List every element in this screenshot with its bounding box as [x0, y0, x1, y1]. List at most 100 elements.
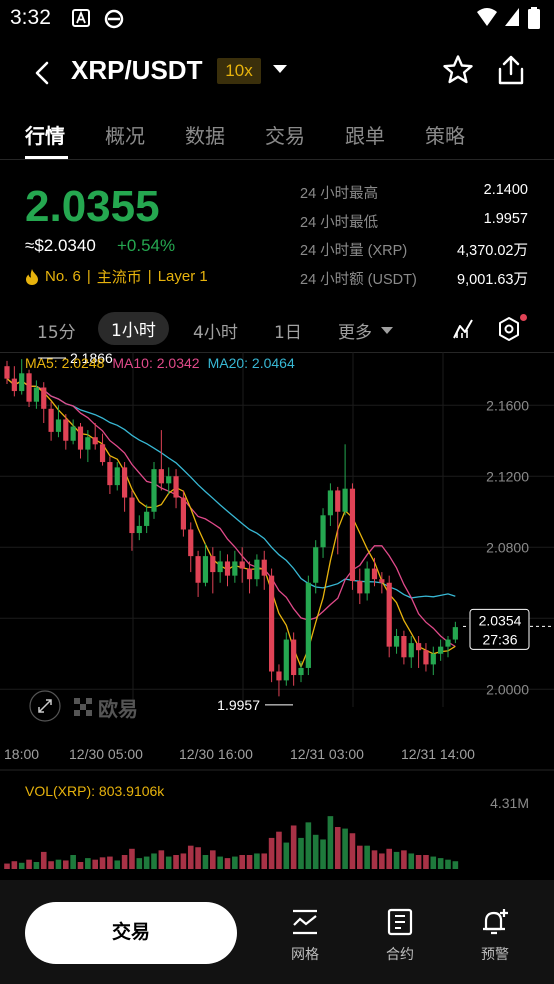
volume-bar: [445, 859, 451, 869]
detail-tabs: 行情 概况 数据 交易 跟单 策略: [0, 108, 554, 160]
stat-label: 24 小时最低: [300, 214, 379, 231]
pair-title[interactable]: XRP/USDT: [71, 55, 202, 86]
candle-body: [107, 462, 113, 486]
volume-bar: [379, 853, 385, 869]
battery-icon: [528, 7, 540, 29]
candle-body: [327, 490, 333, 516]
leverage-badge[interactable]: 10x: [217, 58, 261, 84]
contract-icon: [387, 908, 413, 936]
candle-body: [261, 559, 267, 576]
tag-separator: |: [86, 268, 91, 285]
pair-dropdown-caret-icon[interactable]: [272, 64, 288, 74]
volume-bar: [63, 860, 69, 869]
candle-body: [445, 639, 451, 647]
volume-bar: [452, 861, 459, 869]
timeframe-4h[interactable]: 4小时: [193, 318, 238, 343]
more-caret-icon[interactable]: [381, 327, 393, 335]
candle-body: [313, 547, 319, 583]
candle-body: [269, 575, 275, 672]
usd-equivalent: ≈$2.0340: [25, 236, 96, 255]
volume-bar: [202, 855, 209, 869]
expand-arrow-icon: [38, 699, 52, 713]
volume-bar: [423, 855, 429, 869]
volume-bar: [158, 850, 165, 869]
candle-countdown-label: 27:36: [482, 631, 517, 647]
layer-tag[interactable]: Layer 1: [158, 268, 208, 285]
tab-copy-trading[interactable]: 跟单: [345, 120, 385, 149]
candle-body: [26, 373, 32, 402]
futures-nav[interactable]: 合约: [370, 908, 430, 964]
volume-bar: [217, 856, 223, 869]
status-bar: 3:32: [0, 0, 554, 38]
candle-body: [48, 408, 54, 432]
candle-body: [386, 582, 392, 647]
favorite-star-icon[interactable]: [442, 54, 474, 86]
candle-body: [305, 582, 311, 668]
stat-value: 9,001.63万: [457, 271, 528, 288]
candle-body: [63, 419, 69, 441]
volume-bar: [187, 845, 194, 869]
rank-tag[interactable]: No. 6: [45, 268, 81, 285]
chart-settings-icon[interactable]: [497, 316, 521, 342]
candle-body: [239, 561, 245, 569]
volume-bar: [26, 859, 32, 869]
candle-body: [4, 366, 10, 379]
volume-bar: [401, 850, 407, 869]
candle-body: [246, 568, 253, 580]
candle-body: [357, 580, 363, 594]
y-tick-label: 2.1600: [486, 397, 529, 413]
candle-body: [188, 529, 194, 557]
pair-header: XRP/USDT 10x: [0, 38, 554, 104]
tab-trades[interactable]: 交易: [265, 120, 305, 149]
volume-bar: [320, 839, 326, 869]
tab-overview[interactable]: 概况: [105, 120, 145, 149]
candles: [4, 359, 458, 697]
tab-data[interactable]: 数据: [185, 120, 225, 149]
candle-body: [298, 667, 304, 676]
candle-body: [291, 639, 297, 676]
back-arrow-icon[interactable]: [28, 58, 58, 88]
trade-button[interactable]: 交易: [25, 902, 237, 964]
volume-bar: [11, 861, 18, 869]
candle-body: [114, 467, 120, 486]
volume-max-label: 4.31M: [490, 795, 529, 811]
ma20-line: [6, 378, 456, 599]
volume-bar: [254, 853, 260, 869]
candle-body: [254, 559, 260, 580]
tab-strategy[interactable]: 策略: [425, 120, 465, 149]
candle-body: [224, 561, 231, 576]
volume-bar: [151, 853, 157, 869]
grid-bot-nav[interactable]: 网格: [275, 908, 335, 964]
candle-body: [129, 497, 135, 534]
volume-bar: [371, 850, 378, 869]
timeframe-more[interactable]: 更多: [338, 318, 372, 343]
volume-bar: [136, 858, 143, 869]
share-icon[interactable]: [496, 54, 526, 86]
category-tag[interactable]: 主流币: [97, 266, 142, 287]
ma10-label: MA10: 2.0342: [112, 355, 200, 371]
active-tab-indicator: [25, 156, 68, 159]
candle-body: [92, 437, 98, 445]
ma-legend: MA5: 2.0248 MA10: 2.0342 MA20: 2.0464: [25, 355, 295, 371]
timeframe-15m[interactable]: 15分: [37, 318, 76, 343]
volume-bar: [357, 845, 363, 869]
volume-bar: [276, 831, 282, 869]
stat-value: 1.9957: [483, 210, 528, 227]
volume-bar: [268, 837, 275, 869]
candle-body: [452, 627, 458, 640]
stat-row-low: 24 小时最低 1.9957: [300, 211, 528, 240]
volume-bar: [224, 858, 231, 869]
timeframe-1h[interactable]: 1小时: [98, 312, 169, 345]
indicator-icon[interactable]: [452, 318, 474, 340]
candle-body: [55, 419, 62, 432]
tab-market[interactable]: 行情: [25, 120, 65, 149]
volume-bar: [261, 853, 268, 869]
candlestick-chart[interactable]: 2.16002.12002.08002.04002.000018:0012/30…: [0, 352, 554, 880]
price-alert-nav[interactable]: 预警: [465, 908, 525, 964]
volume-bar: [173, 855, 179, 869]
wifi-icon: [477, 8, 497, 26]
timeframe-1d[interactable]: 1日: [274, 318, 302, 343]
candle-body: [122, 467, 128, 498]
volume-bars: [4, 816, 459, 869]
volume-bar: [239, 855, 245, 869]
